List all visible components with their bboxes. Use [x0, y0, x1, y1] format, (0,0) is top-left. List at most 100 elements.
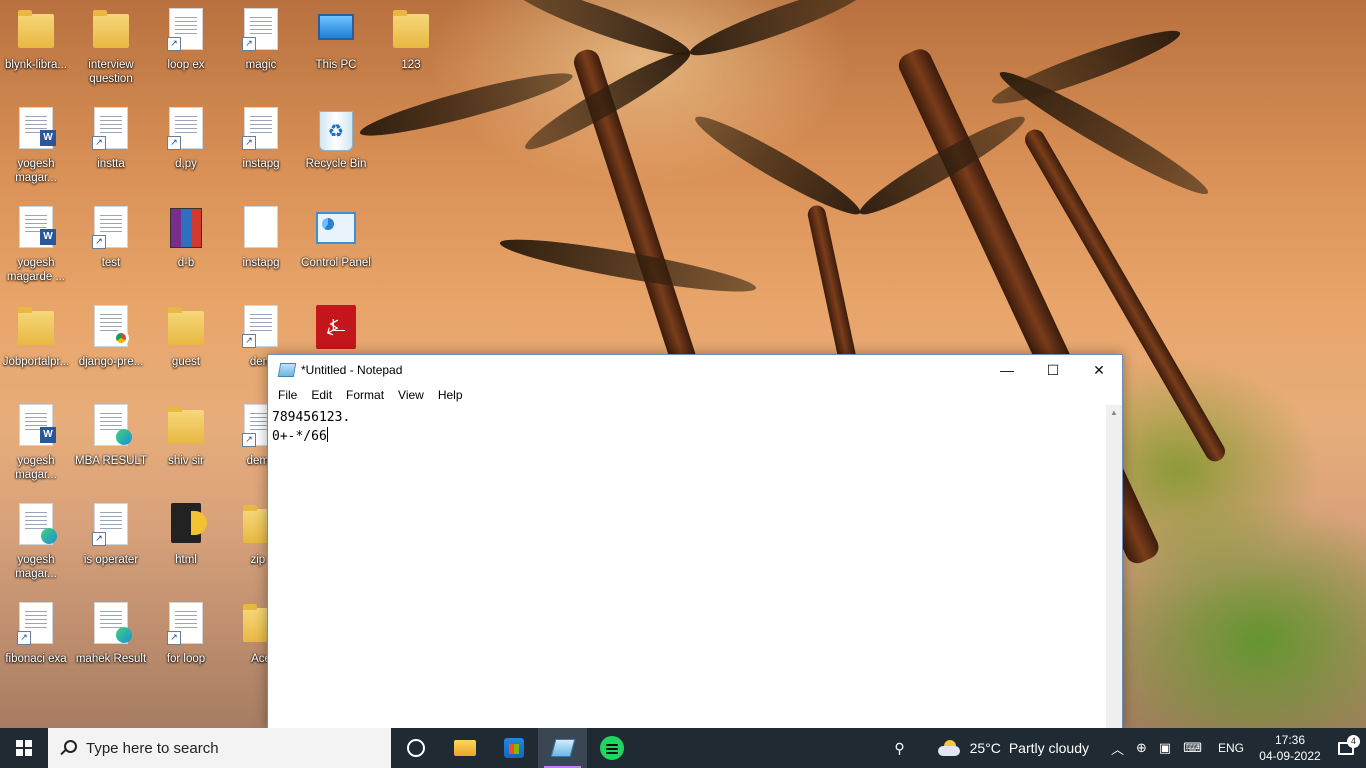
desktop-icon[interactable]: ↗ instta	[75, 103, 147, 195]
desktop-icon[interactable]: Wyogesh magar...	[0, 400, 72, 492]
desktop-icon[interactable]: ↗ for loop	[150, 598, 222, 690]
cortana-button[interactable]	[391, 728, 440, 768]
network-globe-icon[interactable]: ⊕	[1136, 740, 1147, 756]
desktop-icon-label: yogesh magarde ...	[6, 257, 66, 283]
notepad-icon	[550, 739, 575, 757]
editor-line: 789456123.	[272, 410, 351, 425]
icon-glyph	[16, 305, 56, 349]
desktop-icon[interactable]: ↗ instapg	[225, 103, 297, 195]
weather-widget[interactable]: 25°C Partly cloudy	[937, 740, 1089, 756]
notepad-window[interactable]: *Untitled - Notepad — ☐ ✕ File Edit Form…	[267, 354, 1123, 730]
icon-glyph	[91, 305, 131, 349]
desktop-icon[interactable]: d-b	[150, 202, 222, 294]
folder-icon	[168, 406, 204, 444]
spotify-icon	[599, 736, 624, 760]
icon-glyph	[166, 404, 206, 448]
notepad-titlebar[interactable]: *Untitled - Notepad — ☐ ✕	[268, 355, 1122, 385]
desktop-icon-label: loop ex	[167, 59, 205, 71]
desktop-icon[interactable]: blynk-libra...	[0, 4, 72, 96]
control-panel-icon	[316, 212, 356, 244]
icon-glyph: W	[16, 107, 56, 151]
weather-temperature: 25°C	[969, 740, 1001, 756]
icon-glyph: W	[16, 206, 56, 250]
spotify-button[interactable]	[587, 728, 636, 768]
icon-glyph: ↗	[91, 107, 131, 151]
desktop-icon[interactable]: 123	[375, 4, 447, 96]
desktop-icon[interactable]: ↗ test	[75, 202, 147, 294]
document-icon: ↗	[167, 8, 203, 51]
windows-logo-icon	[16, 740, 32, 756]
desktop-icon[interactable]: ↗ is operater	[75, 499, 147, 591]
desktop-icon[interactable]: yogesh magar...	[0, 499, 72, 591]
blank-file-icon	[244, 206, 278, 248]
icon-glyph: ↗	[91, 503, 131, 547]
desktop-icon[interactable]: django-pre...	[75, 301, 147, 393]
desktop-icon[interactable]: Control Panel	[300, 202, 372, 294]
people-icon[interactable]: ⚲	[880, 740, 920, 757]
desktop-icon-label: instapg	[242, 158, 280, 170]
desktop-icon[interactable]: ♻ Recycle Bin	[300, 103, 372, 195]
desktop-icon-label: 123	[401, 59, 421, 71]
scroll-up-arrow-icon[interactable]: ▲	[1106, 408, 1122, 417]
menu-edit[interactable]: Edit	[304, 388, 339, 402]
desktop-icon-label: fibonaci exa	[5, 653, 67, 665]
file-explorer-button[interactable]	[440, 728, 489, 768]
menu-help[interactable]: Help	[431, 388, 470, 402]
menu-view[interactable]: View	[391, 388, 431, 402]
file-explorer-icon	[453, 740, 476, 756]
desktop-icon-label: yogesh magar...	[15, 554, 57, 580]
microsoft-store-button[interactable]	[489, 728, 538, 768]
menu-format[interactable]: Format	[339, 388, 391, 402]
desktop-icon[interactable]: instapg	[225, 202, 297, 294]
desktop-icon[interactable]: html	[150, 499, 222, 591]
desktop-icon[interactable]: Jobportalpr...	[0, 301, 72, 393]
start-button[interactable]	[0, 728, 48, 768]
desktop-icon[interactable]: shiv sir	[150, 400, 222, 492]
vertical-scrollbar[interactable]: ▲	[1106, 405, 1122, 729]
maximize-button[interactable]: ☐	[1030, 355, 1076, 385]
desktop-icon[interactable]: MBA RESULT	[75, 400, 147, 492]
document-icon: ↗	[167, 602, 203, 645]
editor-line-with-caret: 0+-*/66	[272, 427, 1102, 446]
keyboard-icon[interactable]: ⌨	[1183, 740, 1202, 756]
desktop-icon[interactable]: ↗ magic	[225, 4, 297, 96]
icon-glyph: W	[16, 404, 56, 448]
chevron-up-icon[interactable]: ︿	[1111, 739, 1124, 758]
document-icon: ↗	[92, 107, 128, 150]
icon-glyph	[91, 602, 132, 646]
icon-glyph	[241, 206, 281, 250]
icon-glyph: ↗	[16, 602, 56, 646]
icon-glyph	[166, 206, 206, 250]
minimize-button[interactable]: —	[984, 355, 1030, 385]
edge-document-icon	[19, 503, 57, 545]
taskbar-search-box[interactable]: Type here to search	[48, 728, 391, 768]
desktop-icon[interactable]: ↗ d,py	[150, 103, 222, 195]
document-icon: ↗	[167, 107, 203, 150]
input-language[interactable]: ENG	[1218, 741, 1244, 755]
desktop-icon[interactable]: ↗ fibonaci exa	[0, 598, 72, 690]
device-icon[interactable]: ▣	[1159, 740, 1171, 756]
desktop-icon[interactable]: guest	[150, 301, 222, 393]
close-button[interactable]: ✕	[1076, 355, 1122, 385]
folder-icon	[393, 10, 429, 48]
text-editor[interactable]: 789456123. 0+-*/66	[268, 405, 1106, 729]
document-icon: ↗	[17, 602, 53, 645]
desktop-icon-label: guest	[171, 356, 201, 368]
folder-icon	[18, 307, 54, 345]
notification-center-button[interactable]: 4	[1326, 734, 1366, 755]
icon-glyph	[91, 8, 131, 52]
desktop-icon-label: test	[101, 257, 121, 269]
archive-icon	[170, 208, 202, 248]
desktop-icon[interactable]: Wyogesh magarde ...	[0, 202, 72, 294]
clock-date: 04-09-2022	[1259, 749, 1321, 763]
desktop-icon[interactable]: interview question	[75, 4, 147, 96]
menu-bar: File Edit Format View Help	[268, 385, 1122, 405]
edge-document-icon	[94, 602, 132, 644]
desktop-icon[interactable]: Wyogesh magar...	[0, 103, 72, 195]
system-clock[interactable]: 17:36 04-09-2022	[1254, 732, 1326, 764]
desktop-icon[interactable]: mahek Result	[75, 598, 147, 690]
menu-file[interactable]: File	[271, 388, 304, 402]
desktop-icon[interactable]: ↗ loop ex	[150, 4, 222, 96]
notepad-taskbar-button[interactable]	[538, 728, 587, 768]
desktop-icon[interactable]: This PC	[300, 4, 372, 96]
